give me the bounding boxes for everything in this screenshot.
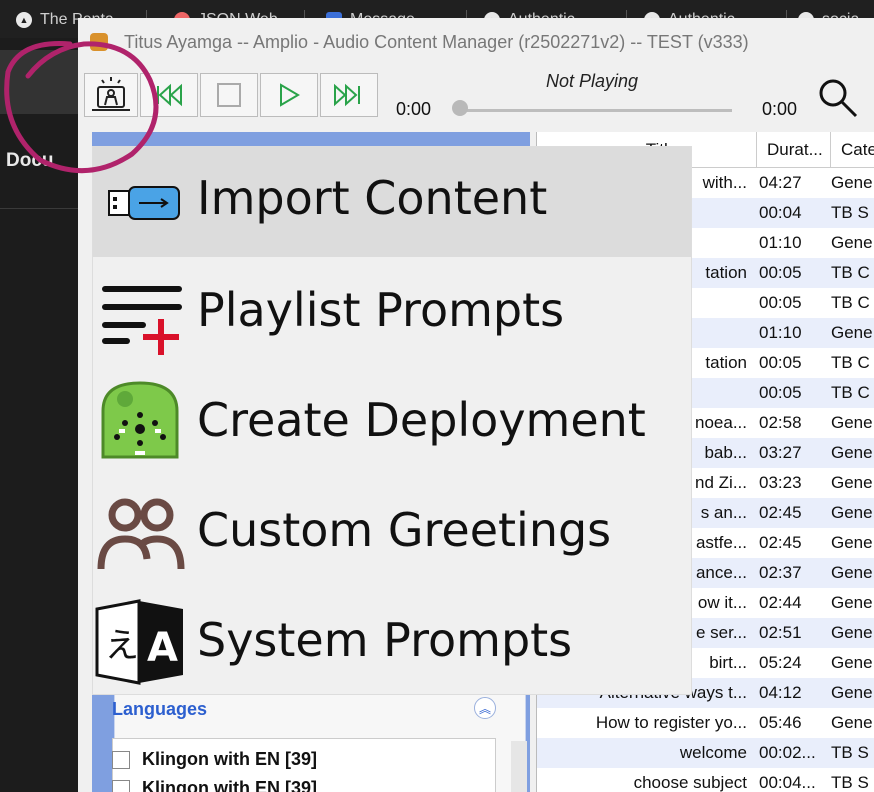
cell-duration: 02:44 [759,593,802,612]
skip-forward-icon [334,83,360,107]
table-row[interactable]: welcome 00:02... TB S [537,738,874,768]
talking-book-device-icon [101,381,179,459]
player-toolbar: 0:00 Not Playing 0:00 [78,66,874,142]
cell-category: Gene [831,173,873,192]
cell-duration: 00:04... [759,773,816,792]
playlist-add-icon [102,286,182,355]
cell-duration: 02:37 [759,563,802,582]
cell-duration: 05:46 [759,713,802,732]
collapse-section-button[interactable]: ︽ [474,697,496,719]
cell-duration: 00:02... [759,743,816,762]
playback-status: Not Playing [546,71,639,91]
cell-title: How to register yo... [595,713,747,732]
cell-category: Gene [831,713,873,732]
cell-duration: 00:05 [759,263,802,282]
annotation-circle [4,41,159,174]
cell-category: Gene [831,683,873,702]
cell-category: TB S [831,743,869,762]
cell-category: Gene [831,653,873,672]
cell-duration: 02:45 [759,533,802,552]
cell-duration: 02:51 [759,623,802,642]
cell-category: Gene [831,473,873,492]
play-button[interactable] [260,73,318,117]
chevron-up-icon: ︽ [478,701,491,716]
cell-category: Gene [831,623,873,642]
cell-title: choose subject [633,773,747,792]
cell-duration: 01:10 [759,323,802,342]
translate-icon: え A [95,599,183,685]
menu-item-playlist-prompts[interactable]: Playlist Prompts [93,257,691,367]
svg-text:え: え [105,626,139,666]
cell-category: TB C [831,263,870,282]
column-header-category[interactable]: Cate [831,132,874,168]
cell-duration: 04:12 [759,683,802,702]
seek-track[interactable] [456,109,732,112]
main-menu-popup: Import Content Playlist Prompts Create D… [93,147,691,694]
svg-text:A: A [147,625,178,671]
cell-category: Gene [831,413,873,432]
cell-duration: 03:23 [759,473,802,492]
cell-category: TB S [831,203,869,222]
stop-icon [217,83,241,107]
sidebar-divider [0,208,80,209]
window-title: Titus Ayamga -- Amplio - Audio Content M… [124,32,749,52]
cell-category: Gene [831,323,873,342]
cell-category: TB C [831,293,870,312]
cell-duration: 05:24 [759,653,802,672]
languages-header[interactable]: Languages [112,699,207,720]
tab-favicon-icon: ▲ [16,12,32,28]
skip-forward-button[interactable] [320,73,378,117]
cell-duration: 00:05 [759,383,802,402]
cell-title: welcome [679,743,747,762]
table-row[interactable]: choose subject 00:04... TB S [537,768,874,792]
seek-knob[interactable] [452,100,468,116]
cell-duration: 00:04 [759,203,802,222]
cell-category: Gene [831,533,873,552]
title-bar: Titus Ayamga -- Amplio - Audio Content M… [78,18,874,66]
cell-category: Gene [831,593,873,612]
table-row[interactable]: How to register yo... 05:46 Gene [537,708,874,738]
total-time: 0:00 [762,99,798,119]
cell-category: Gene [831,443,873,462]
list-scrollbar[interactable] [511,741,527,792]
people-icon [97,498,185,570]
language-option[interactable]: Klingon with EN [39] [112,749,317,770]
cell-category: TB C [831,353,870,372]
cell-duration: 00:05 [759,353,802,372]
language-option[interactable]: Klingon with EN [39] [112,778,317,792]
cell-category: TB S [831,773,869,792]
elapsed-time: 0:00 [396,99,432,119]
play-icon [280,83,300,107]
stop-button[interactable] [200,73,258,117]
language-checkbox[interactable] [112,750,130,769]
cell-duration: 01:10 [759,233,802,252]
cell-category: Gene [831,563,873,582]
search-icon[interactable] [816,76,860,120]
cell-duration: 00:05 [759,293,802,312]
menu-item-create-deployment[interactable]: Create Deployment [93,367,691,477]
cell-duration: 02:58 [759,413,802,432]
cell-category: Gene [831,233,873,252]
language-checkbox[interactable] [112,779,130,792]
column-header-duration[interactable]: Durat... [757,132,831,168]
cell-duration: 03:27 [759,443,802,462]
cell-duration: 04:27 [759,173,802,192]
cell-duration: 02:45 [759,503,802,522]
menu-item-custom-greetings[interactable]: Custom Greetings [93,477,691,587]
cell-category: TB C [831,383,870,402]
cell-category: Gene [831,503,873,522]
menu-item-system-prompts[interactable]: え A System Prompts [93,587,691,697]
